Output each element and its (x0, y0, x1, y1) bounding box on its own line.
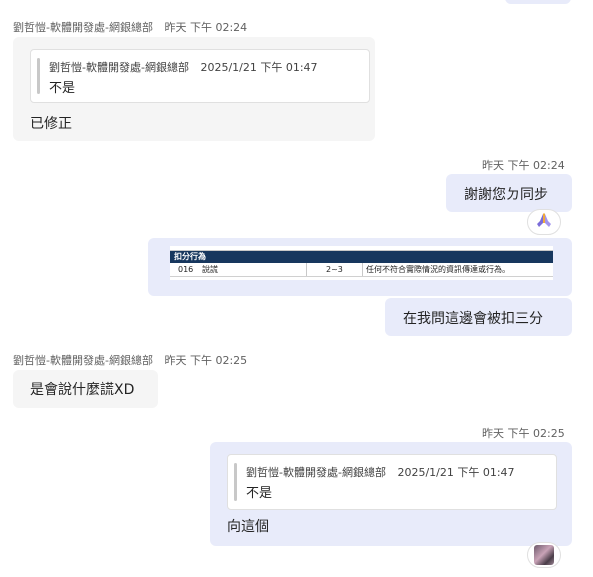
folded-hands-icon (535, 212, 553, 232)
quote-bar (234, 463, 237, 501)
message-time: 昨天 下午 02:25 (482, 427, 565, 440)
row-points: 2~3 (326, 265, 343, 274)
previous-message-bubble[interactable] (505, 0, 571, 4)
message-meta: 劉哲愷-軟體開發處-網銀總部 昨天 下午 02:24 (13, 19, 247, 35)
table-row: 016 說謊 2~3 任何不符合實際情況的資訊傳達或行為。 (170, 263, 553, 277)
message-text: 已修正 (30, 116, 72, 132)
column-divider (362, 263, 363, 276)
quote-bar (37, 58, 40, 94)
sender-name: 劉哲愷-軟體開發處-網銀總部 (13, 354, 153, 367)
quote-author: 劉哲愷-軟體開發處-網銀總部 (49, 61, 189, 74)
image-message[interactable]: 扣分行為 016 說謊 2~3 任何不符合實際情況的資訊傳達或行為。 (148, 238, 572, 296)
quoted-message[interactable]: 劉哲愷-軟體開發處-網銀總部 2025/1/21 下午 01:47 不是 (227, 454, 557, 510)
quote-header: 劉哲愷-軟體開發處-網銀總部 2025/1/21 下午 01:47 (246, 464, 515, 480)
column-divider (306, 263, 307, 276)
quote-time: 2025/1/21 下午 01:47 (200, 61, 318, 74)
message-text: 是會說什麼謊XD (30, 382, 135, 398)
message-time: 昨天 下午 02:25 (164, 354, 248, 367)
message-time: 昨天 下午 02:24 (164, 21, 248, 34)
quote-text: 不是 (246, 486, 273, 501)
quote-header: 劉哲愷-軟體開發處-網銀總部 2025/1/21 下午 01:47 (49, 59, 318, 75)
sender-name: 劉哲愷-軟體開發處-網銀總部 (13, 21, 153, 34)
reaction-badge[interactable] (527, 209, 561, 235)
message-bubble[interactable]: 是會說什麼謊XD (13, 370, 158, 408)
quote-author: 劉哲愷-軟體開發處-網銀總部 (246, 466, 386, 479)
message-bubble[interactable]: 劉哲愷-軟體開發處-網銀總部 2025/1/21 下午 01:47 不是 已修正 (13, 37, 375, 141)
message-text: 謝謝您ㄉ同步 (464, 187, 548, 203)
message-text: 向這個 (227, 519, 269, 535)
message-bubble[interactable]: 劉哲愷-軟體開發處-網銀總部 2025/1/21 下午 01:47 不是 向這個 (210, 442, 572, 546)
row-desc: 任何不符合實際情況的資訊傳達或行為。 (366, 265, 510, 274)
quote-time: 2025/1/21 下午 01:47 (397, 466, 515, 479)
quote-text: 不是 (49, 81, 76, 96)
message-meta: 劉哲愷-軟體開發處-網銀總部 昨天 下午 02:25 (13, 352, 247, 368)
screenshot-image: 扣分行為 016 說謊 2~3 任何不符合實際情況的資訊傳達或行為。 (170, 246, 553, 280)
message-text: 在我問這邊會被扣三分 (403, 311, 543, 327)
message-bubble[interactable]: 謝謝您ㄉ同步 (446, 174, 572, 212)
row-code: 016 (178, 265, 194, 274)
avatar-image (534, 545, 554, 565)
quoted-message[interactable]: 劉哲愷-軟體開發處-網銀總部 2025/1/21 下午 01:47 不是 (30, 49, 370, 103)
table-header: 扣分行為 (170, 251, 553, 263)
row-name: 說謊 (202, 265, 218, 274)
message-time: 昨天 下午 02:24 (482, 159, 565, 172)
message-bubble[interactable]: 在我問這邊會被扣三分 (385, 298, 572, 336)
read-receipt-avatar[interactable] (527, 542, 561, 568)
chat-thread: 劉哲愷-軟體開發處-網銀總部 昨天 下午 02:24 劉哲愷-軟體開發處-網銀總… (0, 0, 593, 577)
